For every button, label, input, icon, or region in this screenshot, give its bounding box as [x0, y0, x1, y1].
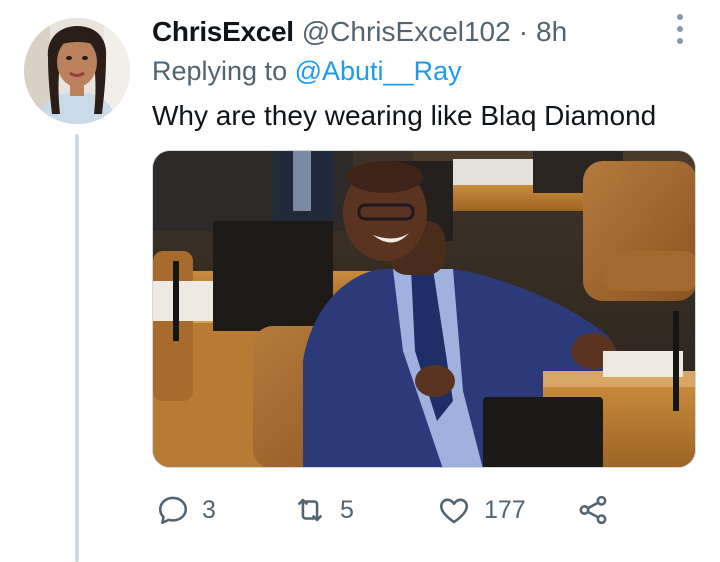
thread-line — [75, 134, 79, 562]
heart-icon — [436, 493, 472, 527]
separator-dot: · — [518, 16, 529, 47]
like-button[interactable]: 177 — [436, 488, 526, 532]
share-icon — [576, 493, 610, 527]
timestamp[interactable]: 8h — [536, 16, 567, 48]
reply-count: 3 — [202, 495, 216, 524]
tweet-actions: 3 5 177 — [152, 488, 622, 532]
retweet-icon — [292, 493, 328, 527]
reply-button[interactable]: 3 — [156, 488, 216, 532]
reply-icon — [156, 493, 190, 527]
more-options-icon[interactable] — [672, 14, 688, 44]
replying-to: Replying to @Abuti__Ray — [152, 56, 462, 87]
avatar[interactable] — [24, 18, 130, 124]
like-count: 177 — [484, 495, 526, 524]
share-button[interactable] — [576, 488, 610, 532]
tweet-text: Why are they wearing like Blaq Diamond — [152, 100, 657, 131]
tweet[interactable]: ChrisExcel @ChrisExcel102 · 8h Replying … — [0, 0, 720, 562]
retweet-count: 5 — [340, 495, 354, 524]
user-handle[interactable]: @ChrisExcel102 — [302, 16, 511, 48]
tweet-media-photo[interactable] — [152, 150, 696, 468]
replying-to-label: Replying to — [152, 56, 288, 86]
display-name[interactable]: ChrisExcel — [152, 16, 294, 48]
retweet-button[interactable]: 5 — [292, 488, 354, 532]
replying-to-mention-link[interactable]: @Abuti__Ray — [295, 56, 462, 86]
tweet-header: ChrisExcel @ChrisExcel102 · 8h — [152, 14, 567, 50]
